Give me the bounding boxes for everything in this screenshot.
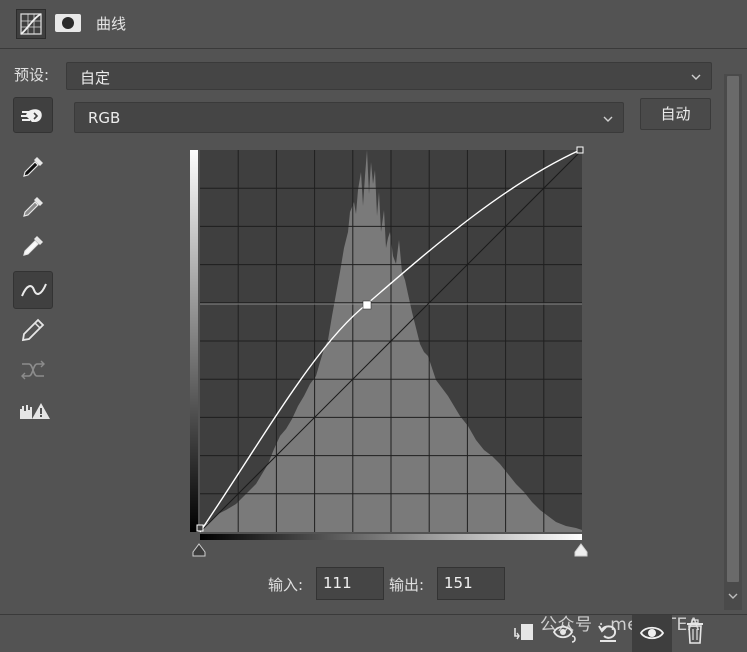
white-point-eyedropper[interactable] — [13, 228, 53, 264]
curves-icon[interactable] — [16, 9, 46, 39]
preset-value: 自定 — [80, 69, 111, 87]
curve-points-tool[interactable] — [13, 271, 53, 309]
on-image-adjust-tool[interactable] — [13, 97, 53, 133]
preset-label: 预设: — [14, 66, 50, 84]
channel-select[interactable]: RGB — [74, 102, 624, 133]
clipping-warning-tool[interactable] — [13, 393, 53, 429]
gray-point-eyedropper-icon — [23, 197, 43, 217]
curves-graph[interactable] — [186, 144, 588, 562]
black-point-eyedropper-icon — [23, 157, 43, 177]
smooth-tool — [13, 352, 53, 388]
output-field[interactable]: 151 — [437, 567, 505, 600]
panel-header: 曲线 — [0, 0, 747, 49]
visibility-toggle[interactable] — [632, 615, 672, 652]
visibility-icon — [640, 626, 664, 640]
pencil-icon — [21, 318, 45, 342]
gray-point-eyedropper[interactable] — [13, 189, 53, 225]
input-gradient-bar — [200, 534, 582, 540]
input-field[interactable]: 111 — [316, 567, 384, 600]
preset-select[interactable]: 自定 — [66, 62, 712, 90]
input-label: 输入: — [268, 576, 304, 594]
delete-icon[interactable] — [684, 619, 706, 645]
smooth-icon — [21, 360, 45, 380]
auto-button[interactable]: 自动 — [640, 98, 711, 130]
on-image-adjust-icon — [21, 109, 42, 122]
black-point-slider[interactable] — [192, 543, 206, 557]
curve-control-point[interactable] — [362, 300, 372, 310]
output-gradient-bar — [190, 150, 198, 532]
clipping-warning-icon — [20, 403, 50, 419]
reset-icon[interactable] — [596, 620, 620, 644]
scroll-down-icon[interactable] — [727, 590, 739, 602]
curve-endpoint-white[interactable] — [576, 146, 584, 154]
clip-to-layer-icon[interactable] — [512, 620, 536, 644]
curve-endpoint-black[interactable] — [196, 524, 204, 532]
chevron-down-icon — [603, 116, 613, 122]
pencil-tool[interactable] — [13, 312, 53, 348]
white-point-eyedropper-icon — [23, 236, 43, 256]
panel-title: 曲线 — [96, 15, 127, 33]
mask-icon[interactable] — [54, 11, 82, 35]
scrollbar-thumb[interactable] — [727, 76, 739, 582]
output-label: 输出: — [389, 576, 425, 594]
chevron-down-icon — [691, 74, 701, 80]
channel-value: RGB — [88, 109, 121, 127]
white-point-slider[interactable] — [574, 543, 588, 557]
view-previous-icon[interactable] — [552, 620, 578, 644]
black-point-eyedropper[interactable] — [13, 149, 53, 185]
curve-points-icon — [21, 283, 47, 297]
